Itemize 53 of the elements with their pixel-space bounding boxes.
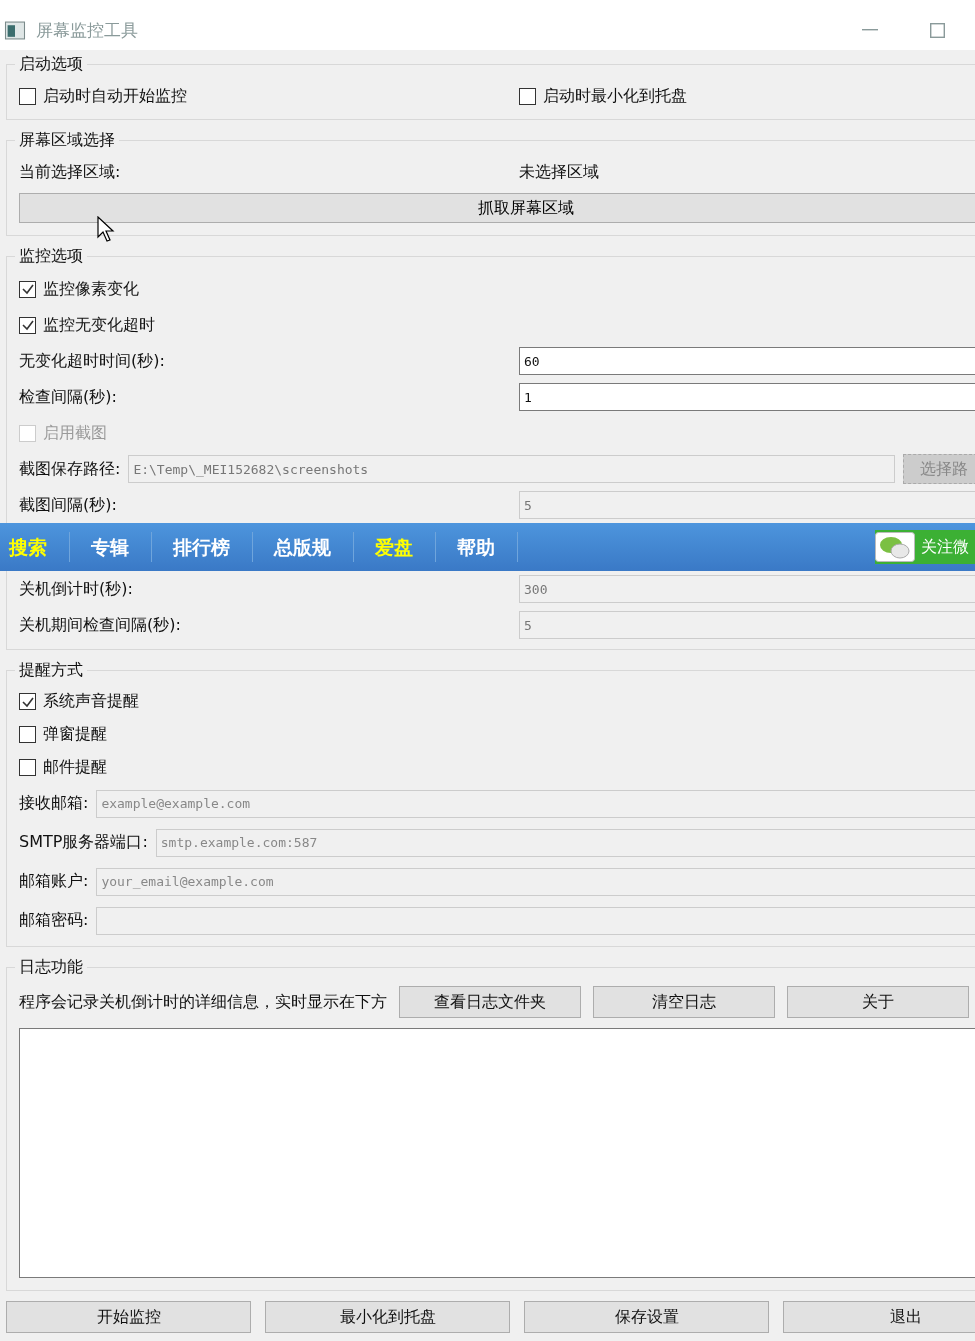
field-label: 关机期间检查间隔(秒): xyxy=(19,614,182,636)
checkbox[interactable]: 系统声音提醒 xyxy=(19,691,139,712)
check-icon xyxy=(20,318,35,332)
capture-button[interactable]: 抓取屏幕区域 xyxy=(19,193,975,223)
group-title: 屏幕区域选择 xyxy=(18,130,116,151)
log-description: 程序会记录关机倒计时的详细信息，实时显示在下方 xyxy=(19,991,387,1013)
footer-button[interactable]: 开始监控 xyxy=(6,1301,251,1333)
log-area[interactable] xyxy=(19,1028,975,1278)
field-label: 邮箱密码: xyxy=(19,910,89,931)
nav-link[interactable]: 帮助 xyxy=(448,532,518,562)
field-label: 当前选择区域: xyxy=(19,161,122,183)
nav-link[interactable]: 排行榜 xyxy=(164,532,253,562)
checkbox[interactable]: 邮件提醒 xyxy=(19,757,107,778)
checkbox[interactable]: 监控无变化超时 xyxy=(19,314,155,336)
field-label: 接收邮箱: xyxy=(19,793,89,814)
group-title: 启动选项 xyxy=(18,54,84,75)
check-icon xyxy=(20,282,35,296)
input-field[interactable] xyxy=(96,906,975,935)
nav-link[interactable]: 搜索 xyxy=(0,532,70,562)
field-label: 邮箱账户: xyxy=(19,871,89,892)
group-title: 提醒方式 xyxy=(18,660,84,681)
checkbox[interactable]: 弹窗提醒 xyxy=(19,724,107,745)
field-label: 检查间隔(秒): xyxy=(19,386,118,408)
chat-icon xyxy=(875,532,915,562)
nav-link[interactable]: 总版规 xyxy=(265,532,354,562)
input-field[interactable]: smtp.example.com:587 xyxy=(155,828,975,857)
field-label: SMTP服务器端口: xyxy=(19,832,148,853)
group-title: 日志功能 xyxy=(18,957,84,978)
input-field[interactable]: 1 xyxy=(519,383,975,411)
input-field[interactable]: example@example.com xyxy=(96,789,975,818)
field-label: 截图保存路径: xyxy=(19,458,121,480)
footer-button[interactable]: 保存设置 xyxy=(524,1301,769,1333)
cursor-icon xyxy=(97,216,115,242)
log-button[interactable]: 关于 xyxy=(787,986,969,1018)
group-title: 监控选项 xyxy=(18,246,84,267)
input-field[interactable]: your_email@example.com xyxy=(96,867,975,896)
log-button[interactable]: 清空日志 xyxy=(593,986,775,1018)
log-button[interactable]: 查看日志文件夹 xyxy=(399,986,581,1018)
window-title: 屏幕监控工具 xyxy=(36,18,138,42)
maximize-icon[interactable] xyxy=(930,22,945,38)
field-label: 关机倒计时(秒): xyxy=(19,578,134,600)
footer-button[interactable]: 退出 xyxy=(783,1301,975,1333)
field-label: 截图间隔(秒): xyxy=(19,494,118,516)
nav-link[interactable]: 专辑 xyxy=(82,532,152,562)
field-label: 无变化超时时间(秒): xyxy=(19,350,166,372)
checkbox[interactable]: 启动时最小化到托盘 xyxy=(519,85,975,107)
checkbox[interactable]: 启动时自动开始监控 xyxy=(19,85,519,107)
minimize-icon[interactable] xyxy=(862,29,878,31)
window-icon xyxy=(4,20,26,40)
checkbox[interactable]: 监控像素变化 xyxy=(19,278,139,300)
footer-button[interactable]: 最小化到托盘 xyxy=(265,1301,510,1333)
input-field[interactable]: 60 xyxy=(519,347,975,375)
region-value: 未选择区域 xyxy=(519,161,600,183)
